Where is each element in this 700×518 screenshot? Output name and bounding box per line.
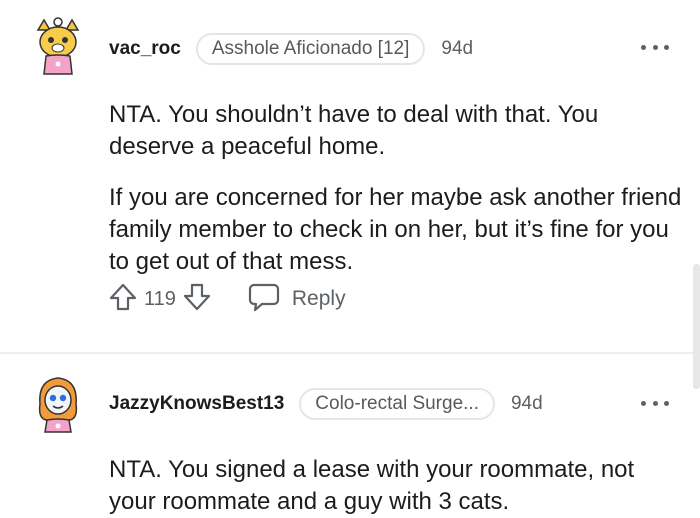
avatar[interactable]: [34, 374, 82, 434]
vote-count: 119: [144, 287, 176, 310]
comment-age: 94d: [441, 38, 474, 59]
arrow-up-icon[interactable]: [108, 282, 138, 317]
comment-meta: JazzyKnowsBest13 Colo-rectal Surge... 94…: [109, 387, 543, 421]
more-horizontal-icon: [641, 400, 646, 406]
reply-label: Reply: [291, 287, 346, 310]
user-flair: Colo-rectal Surge...: [299, 388, 495, 420]
comment-paragraph: NTA. You signed a lease with your roomma…: [109, 456, 635, 515]
more-options-button[interactable]: [641, 398, 669, 408]
more-options-button[interactable]: [641, 42, 669, 52]
comment-divider: [0, 352, 700, 354]
avatar[interactable]: [34, 16, 82, 76]
arrow-down-icon[interactable]: [182, 282, 212, 317]
comment-meta: vac_roc Asshole Aficionado [12] 94d: [109, 32, 473, 66]
speech-bubble-icon: [248, 282, 280, 317]
more-horizontal-icon: [641, 44, 646, 50]
comment-paragraph: If you are concerned for her maybe ask a…: [109, 184, 682, 275]
comment-actions: 119 Reply: [108, 282, 346, 316]
reply-button[interactable]: Reply: [248, 282, 346, 317]
comment-age: 94d: [510, 393, 543, 414]
username[interactable]: vac_roc: [109, 38, 181, 60]
username[interactable]: JazzyKnowsBest13: [109, 393, 284, 415]
user-flair: Asshole Aficionado [12]: [195, 33, 426, 65]
comment: vac_roc Asshole Aficionado [12] 94d NTA.…: [0, 0, 700, 352]
comment: JazzyKnowsBest13 Colo-rectal Surge... 94…: [0, 356, 700, 517]
comment-paragraph: NTA. You shouldn’t have to deal with tha…: [109, 101, 599, 160]
